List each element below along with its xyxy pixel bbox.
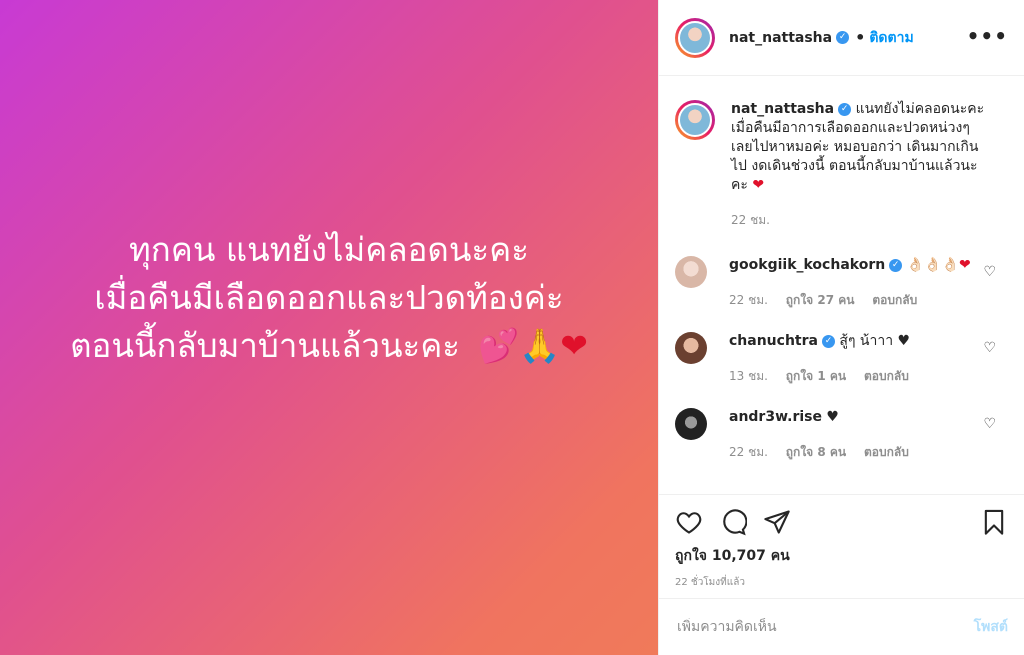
caption-username[interactable]: nat_nattasha	[731, 101, 834, 117]
comment-meta: 22 ชม. ถูกใจ 27 คน ตอบกลับ	[729, 291, 979, 310]
comment-username[interactable]: andr3w.rise	[729, 409, 822, 425]
comment-avatar[interactable]	[675, 332, 707, 364]
heart-icon[interactable]: ♡	[983, 264, 996, 280]
post-timestamp[interactable]: 22 ชั่วโมงที่แล้ว	[675, 575, 1008, 590]
reply-button[interactable]: ตอบกลับ	[864, 445, 909, 459]
comment-avatar[interactable]	[675, 408, 707, 440]
comment-time: 13 ชม.	[729, 369, 768, 383]
verified-badge-icon: ✓	[821, 334, 835, 348]
post-image-line-3-text: ตอนนี้กลับมาบ้านแล้วนะคะ	[70, 325, 461, 365]
verified-badge-icon: ✓	[889, 258, 903, 272]
comment-avatar[interactable]	[675, 256, 707, 288]
verified-badge-icon: ✓	[836, 31, 850, 44]
verified-badge-icon: ✓	[838, 102, 852, 116]
comment-meta: 13 ชม. ถูกใจ 1 คน ตอบกลับ	[729, 367, 979, 386]
comment-text: สู้ๆ น้าาา ♥	[839, 333, 911, 349]
post-image[interactable]: ทุกคน แนทยังไม่คลอดนะคะ เมื่อคืนมีเลือดอ…	[0, 0, 658, 655]
header-username[interactable]: nat_nattasha	[729, 30, 832, 46]
caption: nat_nattasha ✓ แนทยังไม่คลอดนะคะ เมื่อคืน…	[659, 76, 1024, 230]
comment-likes-link[interactable]: ถูกใจ 1 คน	[786, 369, 846, 383]
separator-dot: •	[855, 28, 866, 47]
heart-icon[interactable]: ♡	[983, 416, 996, 432]
post-image-line-3: ตอนนี้กลับมาบ้านแล้วนะคะ 💕🙏❤	[70, 322, 588, 370]
post-image-line-2: เมื่อคืนมีเลือดออกและปวดท้องค่ะ	[94, 277, 564, 317]
comment-text: ♥	[826, 409, 839, 425]
post-image-text: ทุกคน แนทยังไม่คลอดนะคะ เมื่อคืนมีเลือดอ…	[70, 226, 588, 370]
post-actions: ถูกใจ 10,707 คน 22 ชั่วโมงที่แล้ว	[659, 494, 1024, 598]
caption-avatar[interactable]	[675, 100, 715, 140]
likes-count[interactable]: ถูกใจ 10,707 คน	[675, 545, 1008, 567]
comment-item: andr3w.rise ♥ 22 ชม. ถูกใจ 8 คน ตอบกลับ …	[659, 408, 1024, 462]
comment-time: 22 ชม.	[729, 293, 768, 307]
comments-list[interactable]: nat_nattasha ✓ แนทยังไม่คลอดนะคะ เมื่อคืน…	[659, 76, 1024, 494]
comment-likes-link[interactable]: ถูกใจ 8 คน	[786, 445, 846, 459]
add-comment-bar: โพสต์	[659, 598, 1024, 655]
two-hearts-emoji: 💕	[478, 325, 520, 365]
caption-time: 22 ชม.	[731, 213, 770, 227]
comment-item: gookgiik_kochakorn ✓ 👌🏻👌🏻👌🏻❤ 22 ชม. ถูกใจ…	[659, 256, 1024, 310]
follow-button[interactable]: ติดตาม	[869, 27, 913, 49]
post-header: nat_nattasha ✓ • ติดตาม •••	[659, 0, 1024, 76]
comment-text: 👌🏻👌🏻👌🏻	[906, 257, 959, 273]
comment-meta: 22 ชม. ถูกใจ 8 คน ตอบกลับ	[729, 443, 979, 462]
emoji-group: 💕🙏❤	[478, 322, 588, 370]
post-image-line-1: ทุกคน แนทยังไม่คลอดนะคะ	[129, 229, 529, 269]
share-paper-plane-icon[interactable]	[763, 508, 791, 536]
pray-emoji: 🙏	[519, 325, 561, 365]
red-heart-emoji: ❤	[958, 257, 971, 273]
reply-button[interactable]: ตอบกลับ	[864, 369, 909, 383]
comment-time: 22 ชม.	[729, 445, 768, 459]
like-heart-icon[interactable]	[675, 508, 703, 536]
more-options-icon[interactable]: •••	[967, 26, 1008, 46]
avatar[interactable]	[675, 17, 715, 58]
comment-username[interactable]: chanuchtra	[729, 333, 818, 349]
bookmark-icon[interactable]	[980, 508, 1008, 536]
heart-icon[interactable]: ♡	[983, 340, 996, 356]
comment-likes-link[interactable]: ถูกใจ 27 คน	[786, 293, 855, 307]
comment-input[interactable]	[675, 618, 974, 636]
post-comment-button[interactable]: โพสต์	[974, 616, 1008, 638]
post-side-panel: nat_nattasha ✓ • ติดตาม ••• nat_nattasha…	[658, 0, 1024, 655]
comment-username[interactable]: gookgiik_kochakorn	[729, 257, 885, 273]
red-heart-emoji: ❤	[560, 325, 588, 365]
red-heart-emoji: ❤	[752, 177, 765, 193]
comment-item: chanuchtra ✓ สู้ๆ น้าาา ♥ 13 ชม. ถูกใจ 1 …	[659, 332, 1024, 386]
reply-button[interactable]: ตอบกลับ	[872, 293, 917, 307]
comment-bubble-icon[interactable]	[719, 508, 748, 536]
